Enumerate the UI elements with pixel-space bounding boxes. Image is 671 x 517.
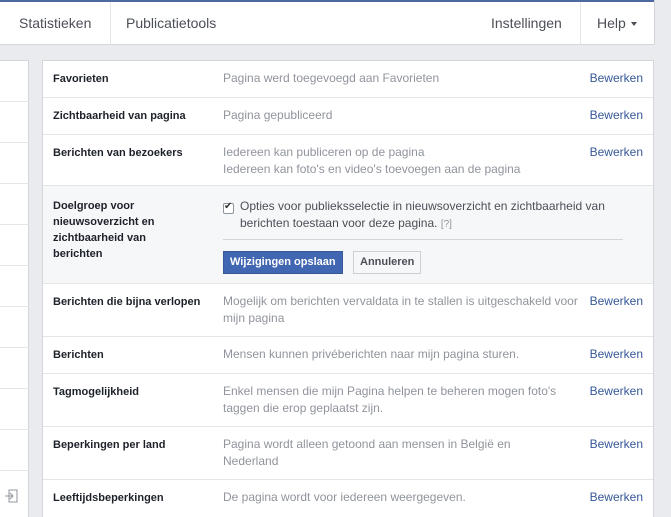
top-accent-line (0, 0, 654, 2)
sidebar-divider (0, 265, 29, 266)
row-label: Berichten (53, 349, 104, 361)
settings-row-age-restrictions: Leeftijdsbeperkingen De pagina wordt voo… (43, 480, 653, 517)
save-changes-button[interactable]: Wijzigingen opslaan (223, 251, 343, 274)
edit-link-tagging[interactable]: Bewerken (590, 383, 643, 400)
sidebar-divider (0, 101, 29, 102)
settings-row-messages: Berichten Mensen kunnen privéberichten n… (43, 337, 653, 374)
row-label: Berichten die bijna verlopen (53, 296, 201, 308)
edit-link-visitor-posts[interactable]: Bewerken (590, 144, 643, 161)
help-link[interactable]: [?] (441, 219, 452, 230)
news-feed-audience-checkbox[interactable] (223, 201, 234, 214)
settings-row-news-feed-audience: Doelgroep voor nieuwsoverzicht en zichtb… (43, 186, 653, 284)
nav-settings[interactable]: Instellingen (491, 15, 562, 31)
exit-icon[interactable] (4, 489, 18, 503)
row-value: Enkel mensen die mijn Pagina helpen te b… (223, 384, 557, 415)
row-value: Mensen kunnen privéberichten naar mijn p… (223, 347, 520, 361)
settings-panel: Favorieten Pagina werd toegevoegd aan Fa… (42, 60, 654, 517)
edit-link-messages[interactable]: Bewerken (590, 346, 643, 363)
sidebar-divider (0, 183, 29, 184)
row-value: Iedereen kan publiceren op de pagina Ied… (223, 145, 521, 176)
edit-link-page-visibility[interactable]: Bewerken (590, 107, 643, 124)
nav-publishing-tools[interactable]: Publicatietools (126, 15, 216, 31)
row-label: Berichten van bezoekers (53, 147, 183, 159)
row-label: Zichtbaarheid van pagina (53, 110, 186, 122)
edit-link-favorites[interactable]: Bewerken (590, 70, 643, 87)
cancel-button[interactable]: Annuleren (353, 251, 422, 274)
sidebar-divider (0, 142, 29, 143)
settings-sidebar (0, 60, 29, 517)
settings-row-expiring-posts: Berichten die bijna verlopen Mogelijk om… (43, 284, 653, 337)
sidebar-divider (0, 347, 29, 348)
row-value: Mogelijk om berichten vervaldata in te s… (223, 294, 578, 325)
row-label: Beperkingen per land (53, 439, 166, 451)
top-nav: Statistieken Publicatietools Instellinge… (0, 0, 655, 45)
edit-link-age-restrictions[interactable]: Bewerken (590, 489, 643, 506)
row-value: Pagina wordt alleen getoond aan mensen i… (223, 437, 511, 468)
settings-row-country-restrictions: Beperkingen per land Pagina wordt alleen… (43, 427, 653, 480)
sidebar-divider (0, 224, 29, 225)
nav-statistics[interactable]: Statistieken (19, 15, 91, 31)
row-label: Leeftijdsbeperkingen (53, 492, 164, 504)
edit-link-expiring-posts[interactable]: Bewerken (590, 293, 643, 310)
row-value: Pagina werd toegevoegd aan Favorieten (223, 71, 440, 85)
row-label: Tagmogelijkheid (53, 386, 139, 398)
form-divider (223, 239, 623, 240)
settings-row-tagging: Tagmogelijkheid Enkel mensen die mijn Pa… (43, 374, 653, 427)
chevron-down-icon (630, 22, 637, 27)
sidebar-divider (0, 306, 29, 307)
sidebar-divider (0, 429, 29, 430)
settings-row-page-visibility: Zichtbaarheid van pagina Pagina gepublic… (43, 98, 653, 135)
row-value: De pagina wordt voor iedereen weergegeve… (223, 490, 466, 504)
edit-link-country-restrictions[interactable]: Bewerken (590, 436, 643, 453)
nav-help[interactable]: Help (597, 15, 637, 31)
sidebar-divider (0, 470, 29, 471)
row-label: Doelgroep voor nieuwsoverzicht en zichtb… (53, 200, 155, 260)
row-label: Favorieten (53, 73, 109, 85)
sidebar-divider (0, 388, 29, 389)
checkbox-text: Opties voor publieksselectie in nieuwsov… (240, 199, 605, 230)
nav-separator (110, 2, 111, 45)
nav-help-label: Help (597, 15, 626, 31)
settings-row-favorites: Favorieten Pagina werd toegevoegd aan Fa… (43, 61, 653, 98)
row-value: Pagina gepubliceerd (223, 108, 333, 122)
settings-row-visitor-posts: Berichten van bezoekers Iedereen kan pub… (43, 135, 653, 186)
checkbox-label: Opties voor publieksselectie in nieuwsov… (240, 198, 640, 233)
nav-separator (580, 2, 581, 45)
